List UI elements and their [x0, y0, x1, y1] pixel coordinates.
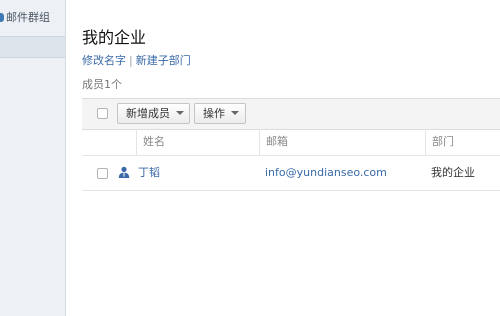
operations-button[interactable]: 操作: [194, 103, 246, 124]
user-icon: [118, 166, 130, 178]
member-department: 我的企业: [431, 166, 475, 179]
sidebar-item-label: 邮件群组: [6, 11, 50, 24]
row-checkbox[interactable]: [97, 168, 108, 179]
column-header-email[interactable]: 邮箱: [259, 129, 288, 155]
add-member-label: 新增成员: [126, 107, 170, 120]
main-panel: 我的企业 修改名字 | 新建子部门 成员1个 新增成员 操作 姓名 邮箱 部门 丁韬…: [66, 0, 500, 316]
page-title: 我的企业: [82, 28, 147, 47]
member-count: 成员1个: [82, 78, 122, 91]
sidebar-item-mail-groups[interactable]: 邮件群组: [0, 8, 65, 32]
new-sub-department-link[interactable]: 新建子部门: [136, 54, 191, 67]
org-actions: 修改名字 | 新建子部门: [82, 52, 191, 68]
link-separator: |: [129, 54, 133, 67]
operations-label: 操作: [203, 107, 225, 120]
table-row[interactable]: 丁韬 info@yundianseo.com 我的企业: [82, 156, 500, 191]
chevron-down-icon: [176, 111, 184, 115]
table-header: 姓名 邮箱 部门: [82, 129, 500, 156]
rename-link[interactable]: 修改名字: [82, 54, 126, 67]
active-indicator-icon: [0, 13, 4, 22]
add-member-button[interactable]: 新增成员: [117, 103, 190, 124]
members-toolbar: 新增成员 操作: [82, 98, 500, 130]
sidebar-item-selected[interactable]: [0, 36, 65, 58]
select-all-checkbox[interactable]: [97, 108, 108, 119]
chevron-down-icon: [231, 111, 239, 115]
sidebar: 邮件群组: [0, 0, 66, 316]
column-header-department[interactable]: 部门: [425, 129, 454, 155]
column-header-name[interactable]: 姓名: [136, 129, 165, 155]
member-name-link[interactable]: 丁韬: [138, 156, 160, 190]
member-email: info@yundianseo.com: [265, 166, 387, 179]
